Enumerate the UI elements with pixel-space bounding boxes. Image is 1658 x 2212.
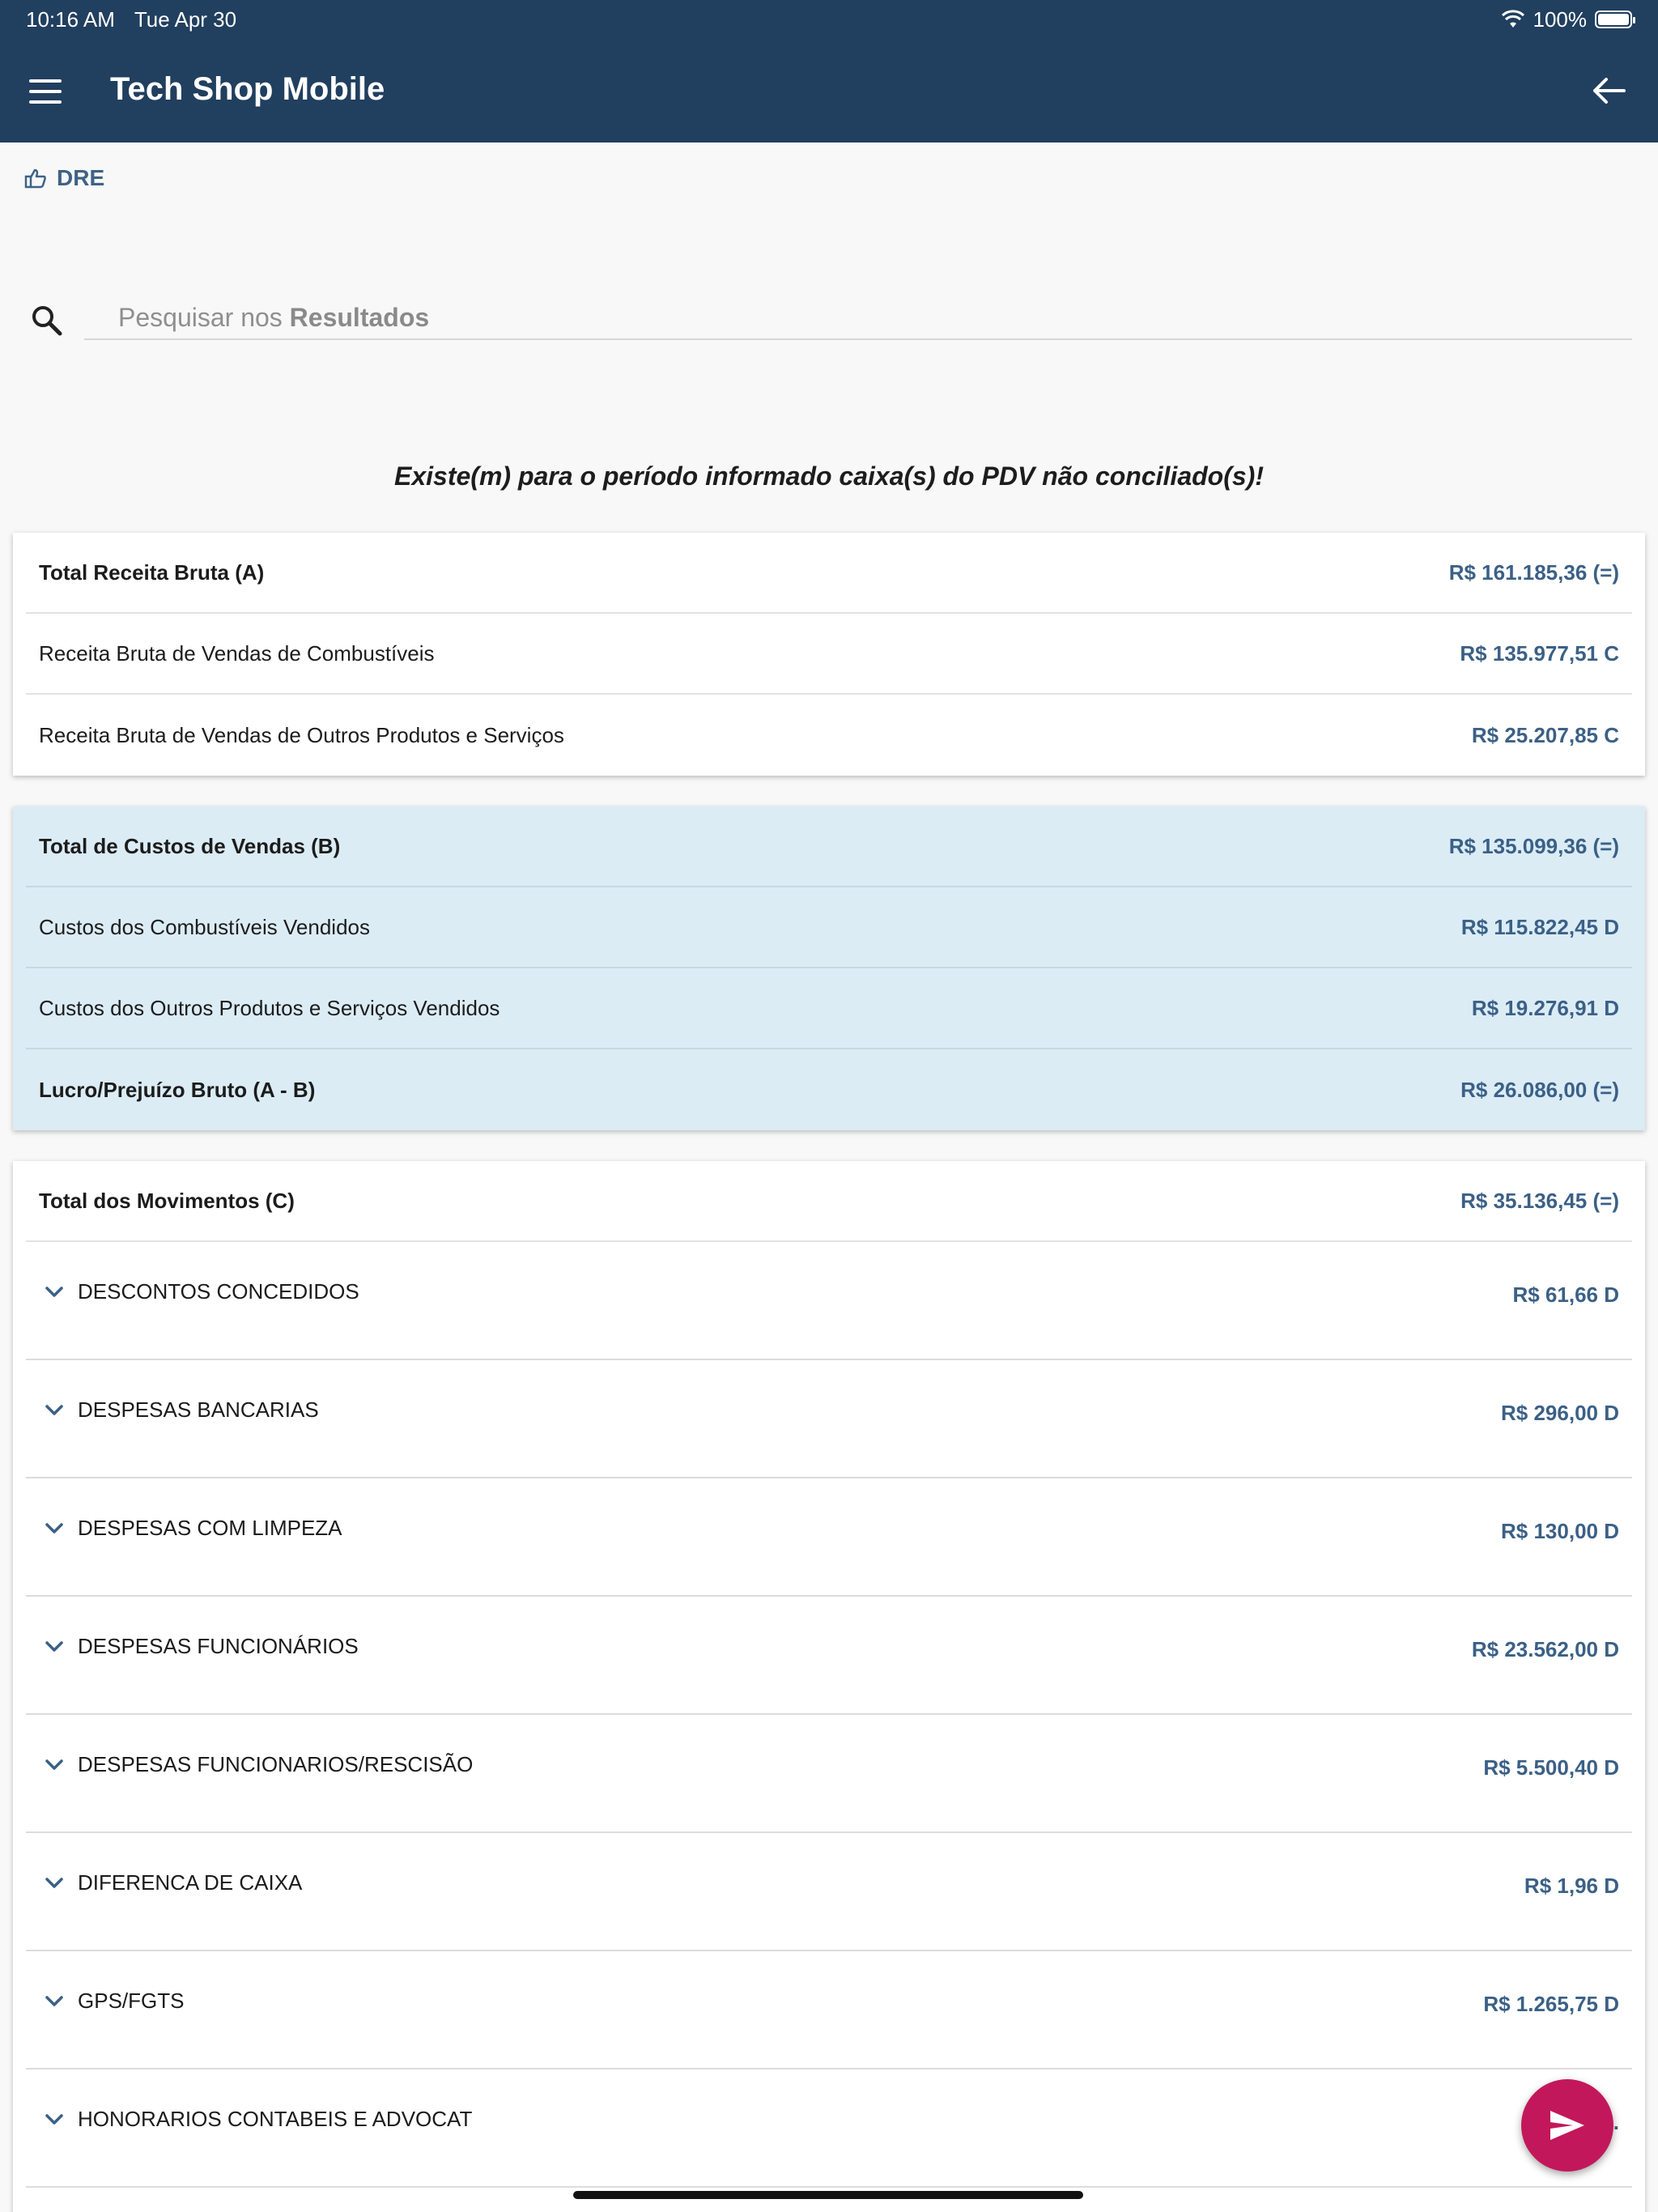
movements-total-row: Total dos Movimentos (C) R$ 35.136,45 (=…	[26, 1161, 1632, 1242]
chevron-down-icon[interactable]	[44, 2112, 65, 2128]
expense-value: R$ 23.562,00 D	[1471, 1637, 1619, 1661]
revenue-row: Receita Bruta de Vendas de Combustíveis …	[26, 614, 1632, 695]
chevron-down-icon[interactable]	[44, 1639, 65, 1655]
expense-value: R$ 296,00 D	[1501, 1401, 1619, 1425]
home-indicator	[573, 2191, 1083, 2199]
expense-label: DESPESAS FUNCIONÁRIOS	[78, 1634, 359, 1658]
expense-label: DESPESAS FUNCIONARIOS/RESCISÃO	[78, 1752, 474, 1776]
movements-list: DESCONTOS CONCEDIDOS R$ 61,66 D DESPESAS B…	[13, 1242, 1645, 2188]
revenue-row: Receita Bruta de Vendas de Outros Produt…	[26, 695, 1632, 776]
row-label: Receita Bruta de Vendas de Outros Produt…	[39, 722, 564, 747]
search-input[interactable]	[84, 298, 1632, 340]
row-label: Total Receita Bruta (A)	[39, 559, 265, 585]
row-label: Lucro/Prejuízo Bruto (A - B)	[39, 1077, 316, 1102]
costs-row: Custos dos Combustíveis Vendidos R$ 115.…	[26, 887, 1632, 968]
revenue-total-row: Total Receita Bruta (A) R$ 161.185,36 (=…	[26, 533, 1632, 614]
search-bar: Pesquisar nos Resultados	[29, 298, 1632, 340]
row-value: R$ 115.822,45 D	[1460, 914, 1619, 939]
status-time: 10:16 AM	[26, 6, 115, 32]
send-icon	[1550, 2111, 1584, 2140]
section-label: DRE	[24, 165, 104, 191]
row-value: R$ 135.977,51 C	[1460, 640, 1619, 666]
row-value: R$ 26.086,00 (=)	[1460, 1077, 1619, 1102]
expense-row[interactable]: DESPESAS FUNCIONÁRIOS R$ 23.562,00 D	[26, 1597, 1632, 1715]
chevron-down-icon[interactable]	[44, 1521, 65, 1537]
row-label: Total de Custos de Vendas (B)	[39, 833, 341, 858]
expense-row[interactable]: DESCONTOS CONCEDIDOS R$ 61,66 D	[26, 1242, 1632, 1360]
gross-profit-row: Lucro/Prejuízo Bruto (A - B) R$ 26.086,0…	[26, 1049, 1632, 1130]
row-value: R$ 19.276,91 D	[1471, 995, 1619, 1020]
row-label: Total dos Movimentos (C)	[39, 1188, 295, 1213]
row-label: Receita Bruta de Vendas de Combustíveis	[39, 640, 435, 666]
app-bar: Tech Shop Mobile	[0, 39, 1658, 143]
costs-row: Custos dos Outros Produtos e Serviços Ve…	[26, 968, 1632, 1049]
expense-row[interactable]: DESPESAS FUNCIONARIOS/RESCISÃO R$ 5.500,4…	[26, 1715, 1632, 1833]
status-right: 100%	[1501, 6, 1635, 32]
row-value: R$ 161.185,36 (=)	[1448, 559, 1619, 585]
chevron-down-icon[interactable]	[44, 1993, 65, 2010]
expense-label: DESPESAS COM LIMPEZA	[78, 1516, 342, 1540]
expense-value: R$ 5.500,40 D	[1483, 1755, 1619, 1780]
chevron-down-icon[interactable]	[44, 1402, 65, 1419]
row-value: R$ 35.136,45 (=)	[1460, 1188, 1619, 1213]
expense-row[interactable]: GPS/FGTS R$ 1.265,75 D	[26, 1951, 1632, 2069]
chevron-down-icon[interactable]	[44, 1875, 65, 1891]
row-label: Custos dos Combustíveis Vendidos	[39, 914, 370, 939]
section-title: DRE	[57, 165, 105, 190]
status-bar: 10:16 AM Tue Apr 30 100%	[0, 0, 1658, 39]
chevron-down-icon[interactable]	[44, 1757, 65, 1773]
back-arrow-icon[interactable]	[1592, 74, 1627, 107]
expense-label: DESCONTOS CONCEDIDOS	[78, 1279, 359, 1304]
warning-message: Existe(m) para o período informado caixa…	[394, 462, 1264, 491]
expense-row[interactable]: DIFERENCA DE CAIXA R$ 1,96 D	[26, 1833, 1632, 1951]
row-value: R$ 25.207,85 C	[1471, 722, 1619, 747]
app-title: Tech Shop Mobile	[110, 71, 385, 107]
expense-label: GPS/FGTS	[78, 1989, 185, 2013]
expense-label: DESPESAS BANCARIAS	[78, 1397, 319, 1422]
expense-label: HONORARIOS CONTABEIS E ADVOCAT	[78, 2107, 473, 2131]
chevron-down-icon[interactable]	[44, 1284, 65, 1300]
expense-value: R$ 1.265,75 D	[1483, 1992, 1619, 2016]
expense-value: R$ 130,00 D	[1501, 1519, 1619, 1543]
search-icon	[32, 306, 62, 336]
battery-icon	[1595, 11, 1635, 28]
expense-label: DIFERENCA DE CAIXA	[78, 1870, 303, 1895]
menu-icon[interactable]	[29, 79, 62, 104]
expense-value: R$ 1,96 D	[1524, 1874, 1619, 1898]
row-label: Custos dos Outros Produtos e Serviços Ve…	[39, 995, 500, 1020]
wifi-icon	[1501, 10, 1524, 28]
send-button[interactable]	[1521, 2079, 1613, 2172]
movements-card: Total dos Movimentos (C) R$ 35.136,45 (=…	[13, 1161, 1645, 2212]
row-value: R$ 135.099,36 (=)	[1448, 833, 1619, 858]
expense-row[interactable]: DESPESAS COM LIMPEZA R$ 130,00 D	[26, 1478, 1632, 1597]
battery-percent: 100%	[1533, 6, 1588, 32]
revenue-card: Total Receita Bruta (A) R$ 161.185,36 (=…	[13, 533, 1645, 776]
costs-card: Total de Custos de Vendas (B) R$ 135.099…	[13, 806, 1645, 1130]
thumbs-up-icon	[24, 168, 46, 189]
costs-total-row: Total de Custos de Vendas (B) R$ 135.099…	[26, 806, 1632, 887]
expense-value: R$ 61,66 D	[1512, 1283, 1619, 1307]
status-date: Tue Apr 30	[134, 6, 237, 32]
expense-row[interactable]: DESPESAS BANCARIAS R$ 296,00 D	[26, 1360, 1632, 1478]
expense-row[interactable]: HONORARIOS CONTABEIS E ADVOCATR$ 1...	[26, 2069, 1632, 2188]
